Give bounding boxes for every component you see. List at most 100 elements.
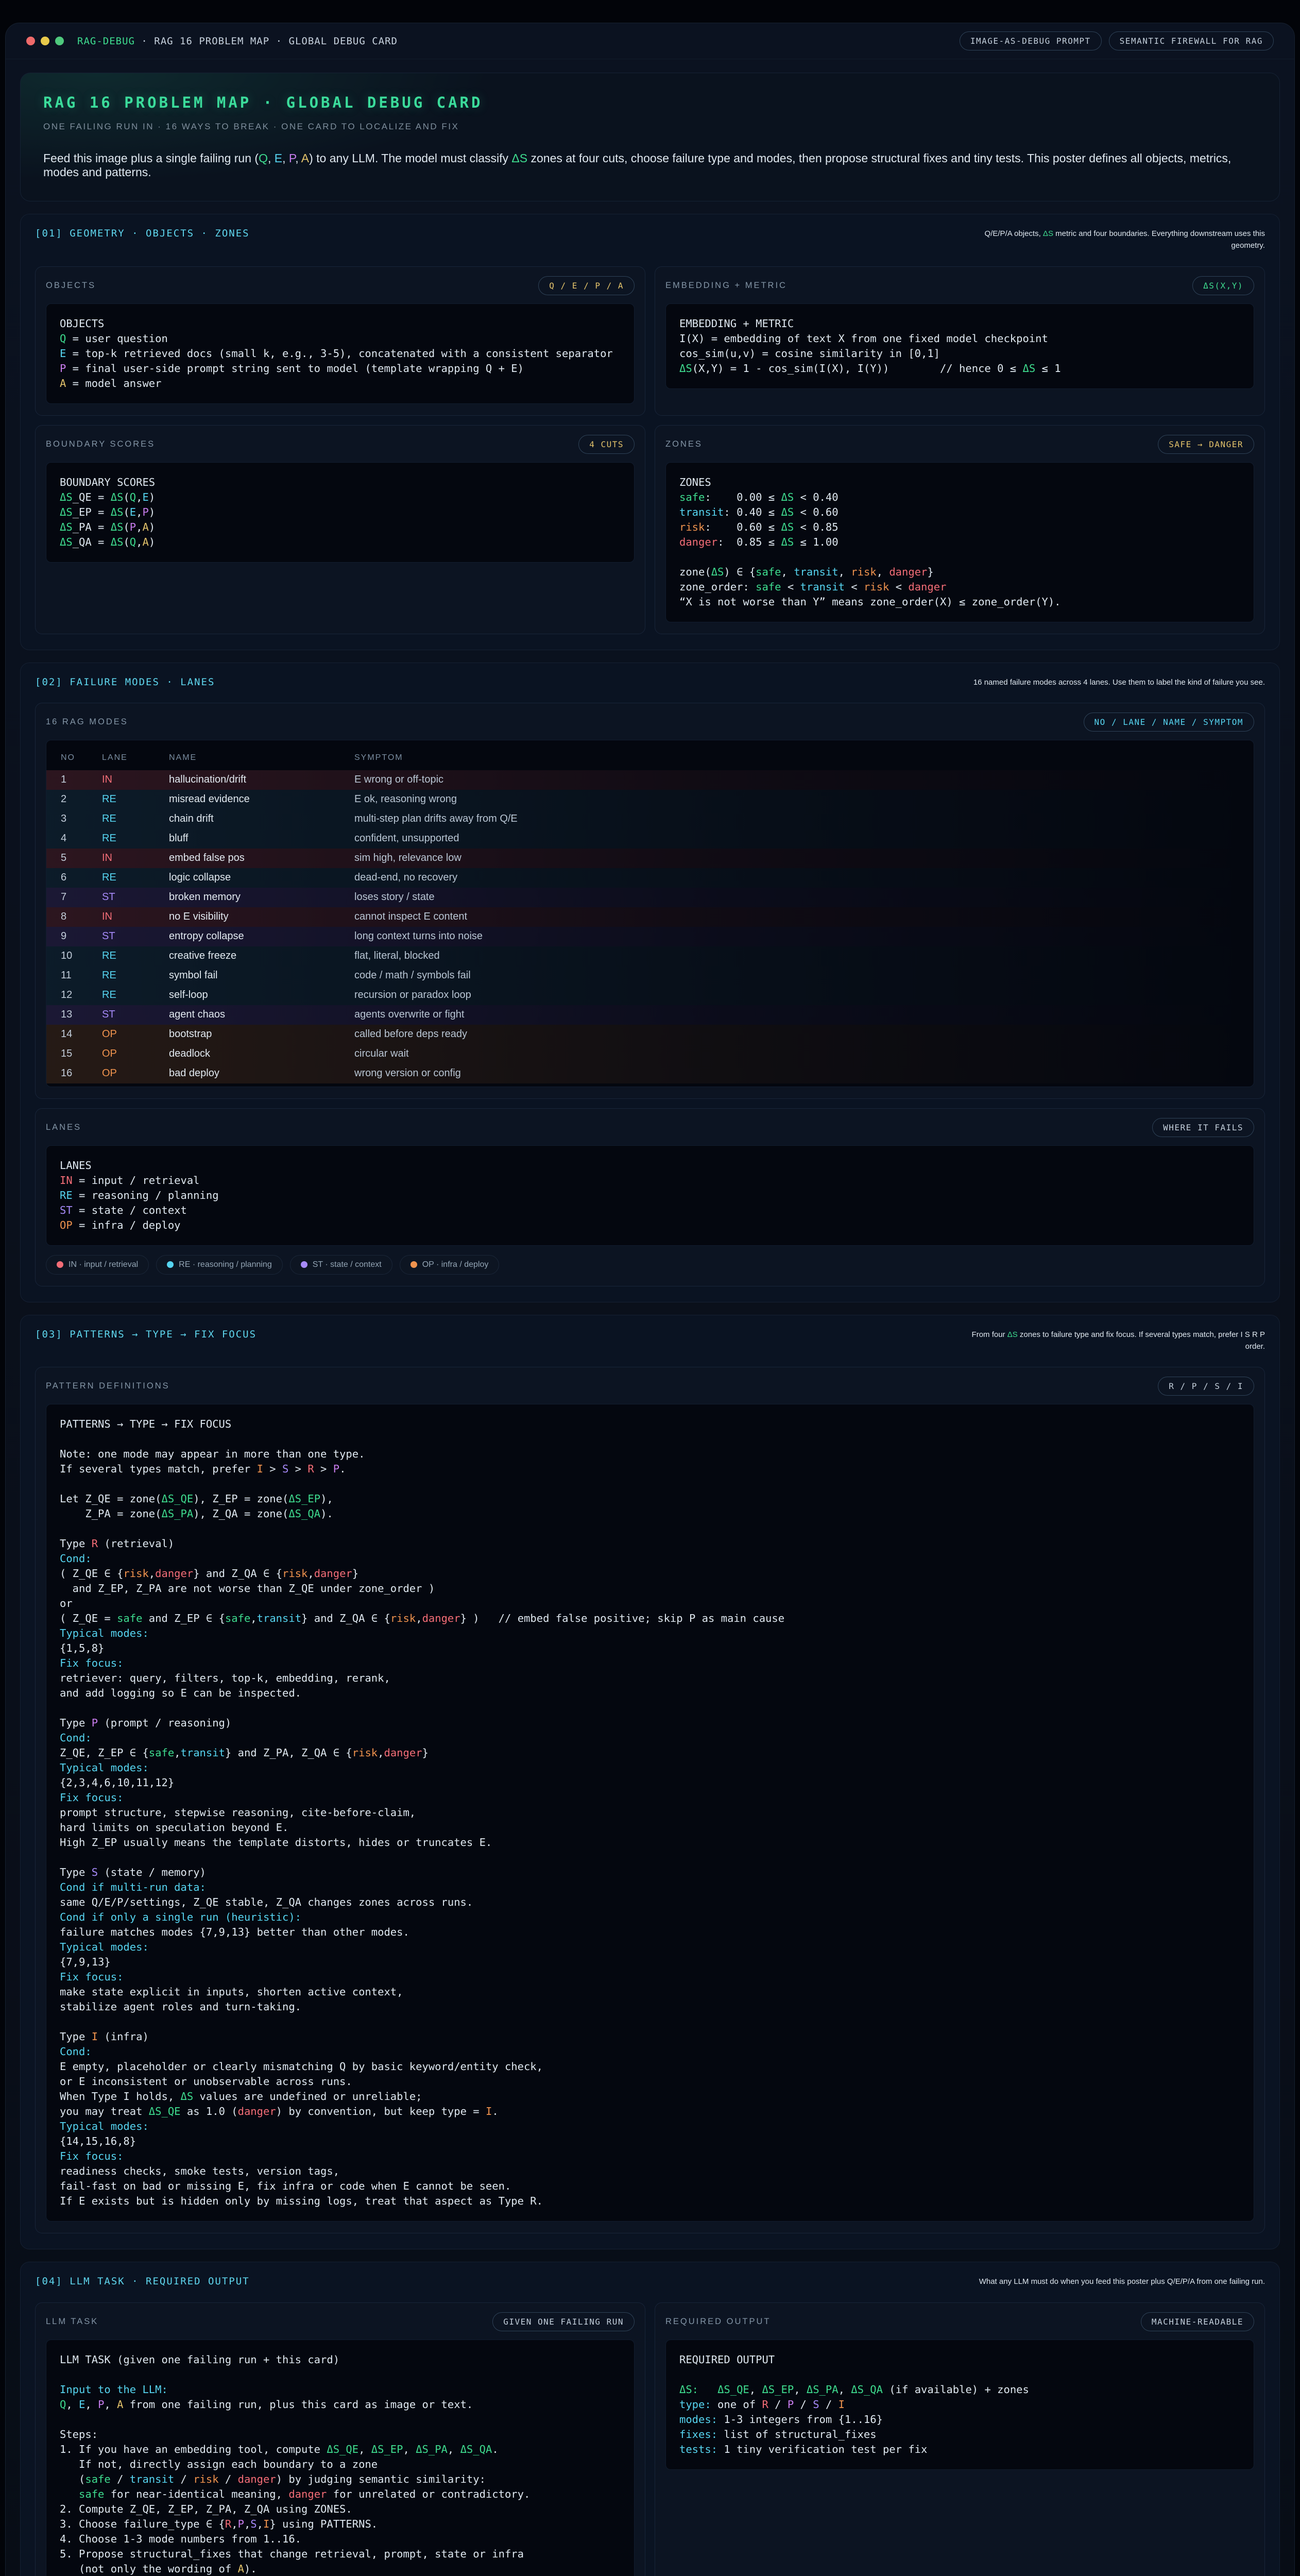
text-segment: PATTERNS → TYPE → FIX FOCUS (60, 1418, 231, 1430)
code-line (60, 1850, 1240, 1865)
text-segment: } ) // embed false positive; skip P as m… (460, 1612, 784, 1624)
window-maximize-button[interactable] (55, 37, 64, 45)
text-segment: , (282, 151, 289, 165)
text-segment: < (781, 581, 800, 593)
panel-badge: R / P / S / I (1158, 1377, 1254, 1396)
text-segment: I (839, 2398, 845, 2411)
text-segment: ΔS (60, 491, 73, 503)
text-segment: ΔS_PA (161, 1507, 193, 1520)
column-header: LANE (102, 753, 169, 762)
text-segment: prompt structure, stepwise reasoning, ci… (60, 1806, 416, 1819)
text-segment: ( Z_QE = (60, 1612, 117, 1624)
code-line: safe for near-identical meaning, danger … (60, 2487, 621, 2502)
text-segment: Typical modes: (60, 2120, 149, 2132)
code-line (60, 2367, 621, 2382)
table-row: 5INembed false possim high, relevance lo… (46, 849, 1254, 868)
window-close-button[interactable] (26, 37, 35, 45)
text-segment: . (339, 1463, 346, 1475)
code-line: P = final user-side prompt string sent t… (60, 361, 621, 376)
text-segment: : 0.60 ≤ (705, 521, 781, 533)
text-segment: ), (320, 1493, 333, 1505)
text-segment: ≤ 1.00 (794, 536, 838, 548)
text-segment: safe (149, 1747, 174, 1759)
text-segment: ΔS (1007, 1330, 1018, 1339)
panel-label: BOUNDARY SCORES (46, 439, 155, 449)
panel-header: EMBEDDING + METRICΔS(X,Y) (665, 276, 1254, 295)
text-segment: , (231, 2518, 237, 2530)
code-line: Cond: (60, 1731, 1240, 1745)
text-segment: list of structural_fixes (717, 2428, 877, 2441)
lane-tag: RE (102, 950, 116, 961)
cell-symptom: dead-end, no recovery (354, 872, 1254, 884)
section-body: LLM TASKGIVEN ONE FAILING RUNLLM TASK (g… (35, 2302, 1265, 2576)
cell-symptom: multi-step plan drifts away from Q/E (354, 813, 1254, 825)
cell-no: 13 (61, 1009, 102, 1021)
table-row: 1INhallucination/driftE wrong or off-top… (46, 770, 1254, 790)
cell-symptom: sim high, relevance low (354, 852, 1254, 864)
code-line: Note: one mode may appear in more than o… (60, 1447, 1240, 1462)
text-segment: P (92, 1717, 98, 1729)
text-segment: P (98, 2398, 104, 2411)
legend-chip: IN · input / retrieval (46, 1255, 149, 1275)
cell-name: hallucination/drift (169, 774, 354, 786)
code-line: failure matches modes {7,9,13} better th… (60, 1925, 1240, 1940)
text-segment: zones to failure type and fix focus. If … (1018, 1330, 1265, 1351)
modes-table: NOLANENAMESYMPTOM1INhallucination/driftE… (46, 740, 1254, 1087)
text-segment: for unrelated or contradictory. (327, 2488, 530, 2500)
window-controls (26, 37, 64, 45)
code-line: ΔS_PA = ΔS(P,A) (60, 520, 621, 535)
text-segment: P (238, 2518, 244, 2530)
code-line: Q, E, P, A from one failing run, plus th… (60, 2397, 621, 2412)
text-segment: A (238, 2563, 244, 2575)
code-line: prompt structure, stepwise reasoning, ci… (60, 1805, 1240, 1820)
text-segment: E (275, 151, 282, 165)
window-minimize-button[interactable] (41, 37, 49, 45)
text-segment: 1-3 integers from {1..16} (717, 2413, 883, 2426)
code-line: ( Z_QE ∈ {risk,danger} and Z_QA ∈ {risk,… (60, 1566, 1240, 1581)
code-line (60, 1432, 1240, 1447)
code-line: ΔS(X,Y) = 1 - cos_sim(I(X), I(Y)) // hen… (679, 361, 1240, 376)
text-segment: Fix focus: (60, 2150, 123, 2162)
panel-header: OBJECTSQ / E / P / A (46, 276, 635, 295)
text-segment: transit (679, 506, 724, 518)
code-line: Z_QE, Z_EP ∈ {safe,transit} and Z_PA, Z_… (60, 1745, 1240, 1760)
panel-header: PATTERN DEFINITIONSR / P / S / I (46, 1377, 1254, 1396)
text-segment: / (819, 2398, 839, 2411)
cell-name: chain drift (169, 813, 354, 825)
text-segment: , (244, 2518, 250, 2530)
table-row: 14OPbootstrapcalled before deps ready (46, 1025, 1254, 1044)
legend-dot-icon (167, 1261, 174, 1268)
text-segment: , (250, 1612, 256, 1624)
lane-tag: ST (102, 930, 115, 942)
embedding-metric-code: EMBEDDING + METRICI(X) = embedding of te… (665, 303, 1254, 389)
text-segment: , (149, 1567, 155, 1580)
cell-name: misread evidence (169, 793, 354, 805)
text-segment: LLM TASK (given one failing run + this c… (60, 2353, 339, 2366)
window-title: RAG-DEBUG · RAG 16 PROBLEM MAP · GLOBAL … (77, 36, 398, 47)
text-segment: , (403, 2443, 416, 2455)
code-line: Cond if only a single run (heuristic): (60, 1910, 1240, 1925)
text-segment: ) (149, 506, 155, 518)
text-segment: danger (238, 2105, 276, 2117)
pattern-definitions-code: PATTERNS → TYPE → FIX FOCUS Note: one mo… (46, 1404, 1254, 2222)
text-segment: } (927, 566, 933, 578)
text-segment: danger (889, 566, 927, 578)
text-segment: (if available) + zones (883, 2383, 1029, 2396)
code-line: Typical modes: (60, 2119, 1240, 2134)
text-segment: } (422, 1747, 429, 1759)
text-segment: E (79, 2398, 85, 2411)
text-segment: transit (181, 1747, 225, 1759)
text-segment: OP (60, 1219, 73, 1231)
text-segment: tests: (679, 2443, 717, 2455)
text-segment: ΔS_QE (149, 2105, 181, 2117)
code-line (60, 1477, 1240, 1492)
cell-symptom: circular wait (354, 1048, 1254, 1060)
text-segment: Input to the LLM: (60, 2383, 168, 2396)
panel-badge: Q / E / P / A (538, 276, 635, 295)
text-segment: Type (60, 2030, 92, 2043)
cell-lane: IN (102, 774, 169, 786)
text-segment: from one failing run, plus this card as … (123, 2398, 473, 2411)
lanes-legend: IN · input / retrievalRE · reasoning / p… (46, 1255, 1254, 1275)
text-segment: Note: one mode may appear in more than o… (60, 1448, 365, 1460)
text-segment: ΔS_QE (717, 2383, 749, 2396)
